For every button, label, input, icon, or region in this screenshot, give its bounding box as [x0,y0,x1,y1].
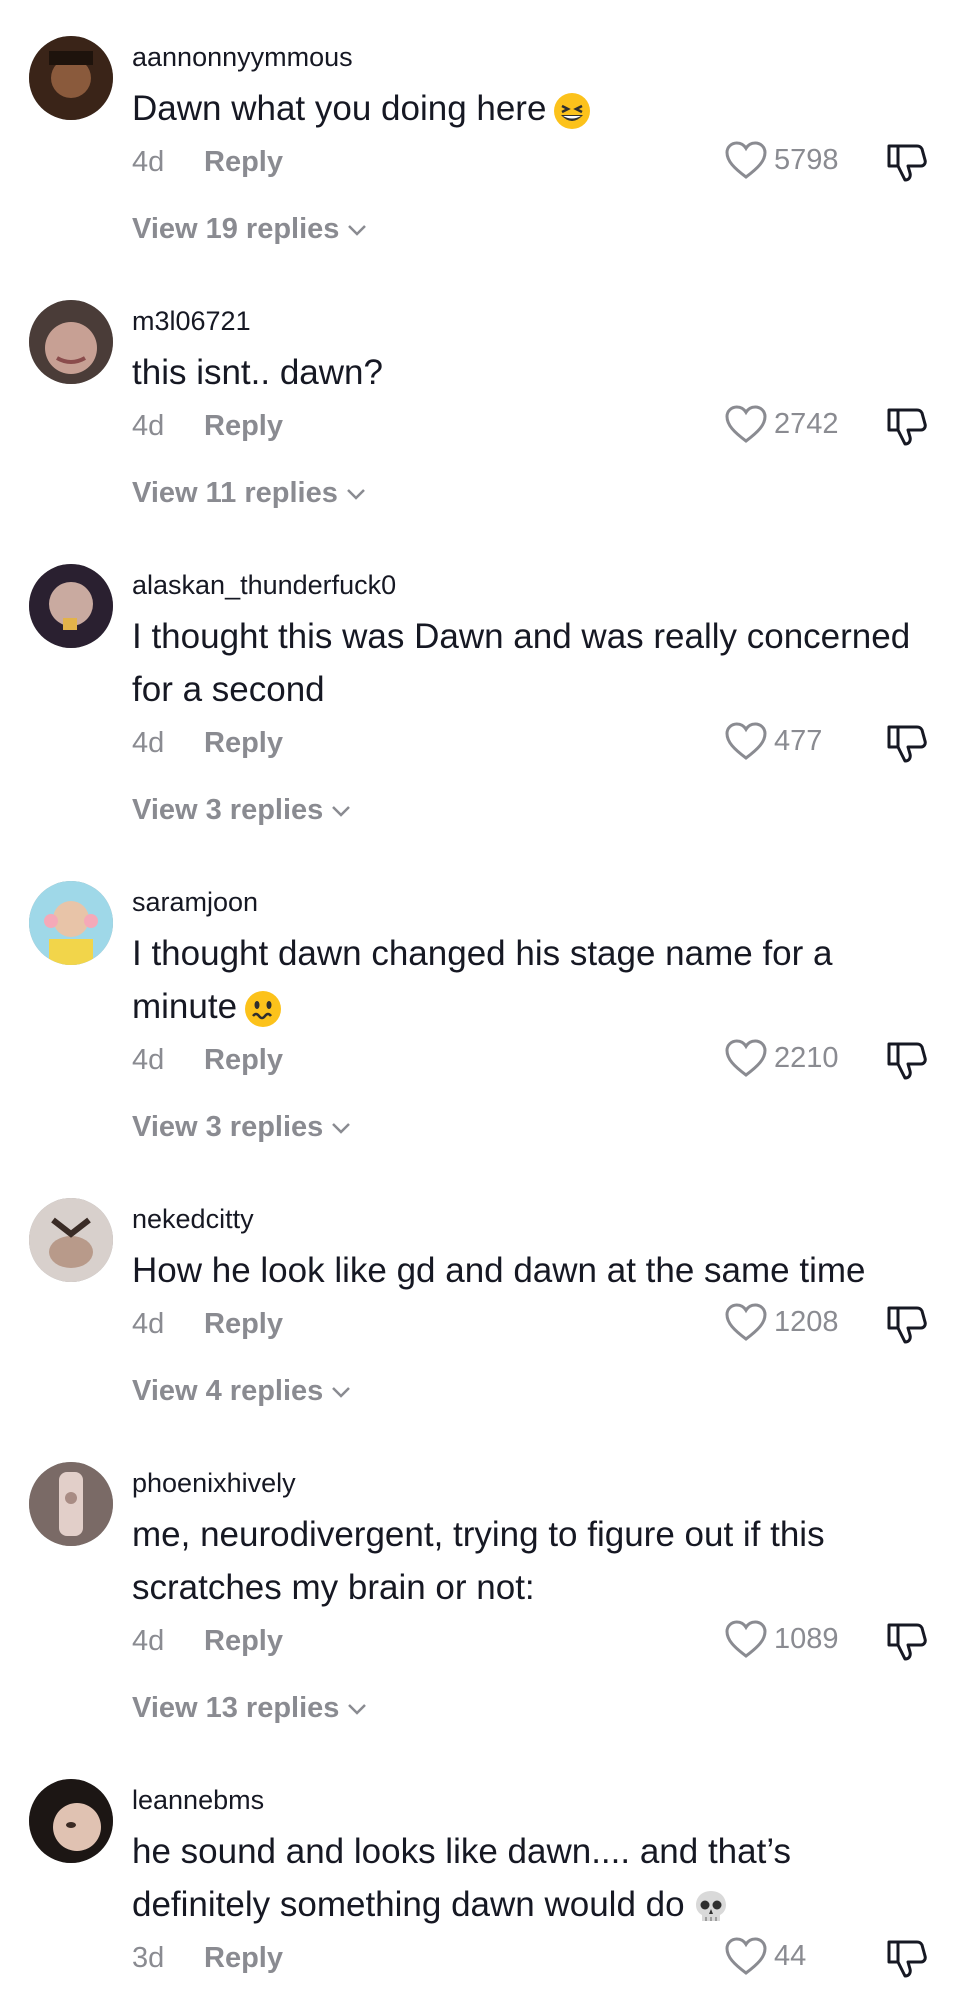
view-replies-button[interactable]: View 4 replies [132,1375,351,1408]
dislike-button[interactable] [885,1038,929,1082]
like-count: 477 [774,724,823,757]
comment-age: 4d [132,1044,165,1076]
like-count: 1089 [774,1622,839,1655]
like-count: 44 [774,1939,807,1972]
thumbs-down-icon [887,408,927,446]
thumbs-down-icon [887,725,927,763]
heart-outline-icon [725,1937,767,1975]
comment-age: 4d [132,146,165,178]
thumbs-down-icon [887,144,927,182]
like-button[interactable]: 5798 [724,140,839,180]
thumbs-down-icon [887,1623,927,1661]
comment-text: me, neurodivergent, trying to figure out… [132,1515,825,1607]
reply-button[interactable]: Reply [204,1625,283,1658]
thumbs-down-icon [887,1940,927,1978]
comment-text: this isnt.. dawn? [132,353,383,392]
comment-username[interactable]: nekedcitty [132,1204,254,1235]
view-replies-button[interactable]: View 11 replies [132,477,366,510]
like-count: 5798 [774,143,839,176]
comment-username[interactable]: phoenixhively [132,1468,296,1499]
like-button[interactable]: 2742 [724,404,839,444]
dislike-button[interactable] [885,721,929,765]
chevron-down-icon [332,805,351,817]
comment-age: 3d [132,1942,165,1974]
avatar[interactable] [29,881,113,965]
reply-button[interactable]: Reply [204,727,283,760]
comment-age: 4d [132,727,165,759]
dislike-button[interactable] [885,1302,929,1346]
reply-button[interactable]: Reply [204,146,283,179]
comment-text: I thought dawn changed his stage name fo… [132,927,932,1033]
like-button[interactable]: 44 [724,1936,806,1976]
view-replies-button[interactable]: View 19 replies [132,213,367,246]
comment-username[interactable]: alaskan_thunderfuck0 [132,570,396,601]
heart-outline-icon [725,405,767,443]
comment-username[interactable]: m3l06721 [132,306,251,337]
thumbs-down-icon [887,1042,927,1080]
dislike-button[interactable] [885,1936,929,1980]
avatar[interactable] [29,1462,113,1546]
comment-username[interactable]: leannebms [132,1785,264,1816]
heart-outline-icon [725,722,767,760]
view-replies-button[interactable]: View 3 replies [132,794,351,827]
chevron-down-icon [348,224,367,236]
heart-outline-icon [725,1039,767,1077]
reply-button[interactable]: Reply [204,1308,283,1341]
avatar[interactable] [29,36,113,120]
chevron-down-icon [332,1122,351,1134]
comment-text: he sound and looks like dawn.... and tha… [132,1825,932,1931]
dislike-button[interactable] [885,404,929,448]
grinning-squint-emoji [552,91,592,131]
chevron-down-icon [332,1386,351,1398]
heart-outline-icon [725,1303,767,1341]
reply-button[interactable]: Reply [204,410,283,443]
skull-emoji [691,1887,731,1927]
heart-outline-icon [725,1620,767,1658]
chevron-down-icon [346,488,365,500]
like-button[interactable]: 1208 [724,1302,839,1342]
comment-age: 4d [132,1308,165,1340]
comment-username[interactable]: saramjoon [132,887,258,918]
like-button[interactable]: 1089 [724,1619,839,1659]
like-button[interactable]: 2210 [724,1038,839,1078]
heart-outline-icon [725,141,767,179]
like-count: 2742 [774,407,839,440]
chevron-down-icon [348,1703,367,1715]
reply-button[interactable]: Reply [204,1942,283,1975]
reply-button[interactable]: Reply [204,1044,283,1077]
like-count: 1208 [774,1305,839,1338]
avatar[interactable] [29,564,113,648]
comment-username[interactable]: aannonnyymmous [132,42,353,73]
comment-text: I thought this was Dawn and was really c… [132,617,911,709]
dislike-button[interactable] [885,1619,929,1663]
comment-text: Dawn what you doing here [132,82,932,135]
comment-age: 4d [132,1625,165,1657]
view-replies-button[interactable]: View 3 replies [132,1111,351,1144]
dislike-button[interactable] [885,140,929,184]
comment-text: How he look like gd and dawn at the same… [132,1251,866,1290]
like-count: 2210 [774,1041,839,1074]
avatar[interactable] [29,1779,113,1863]
view-replies-button[interactable]: View 13 replies [132,1692,367,1725]
like-button[interactable]: 477 [724,721,822,761]
wavy-mouth-emoji [243,989,283,1029]
comment-age: 4d [132,410,165,442]
thumbs-down-icon [887,1306,927,1344]
avatar[interactable] [29,300,113,384]
avatar[interactable] [29,1198,113,1282]
